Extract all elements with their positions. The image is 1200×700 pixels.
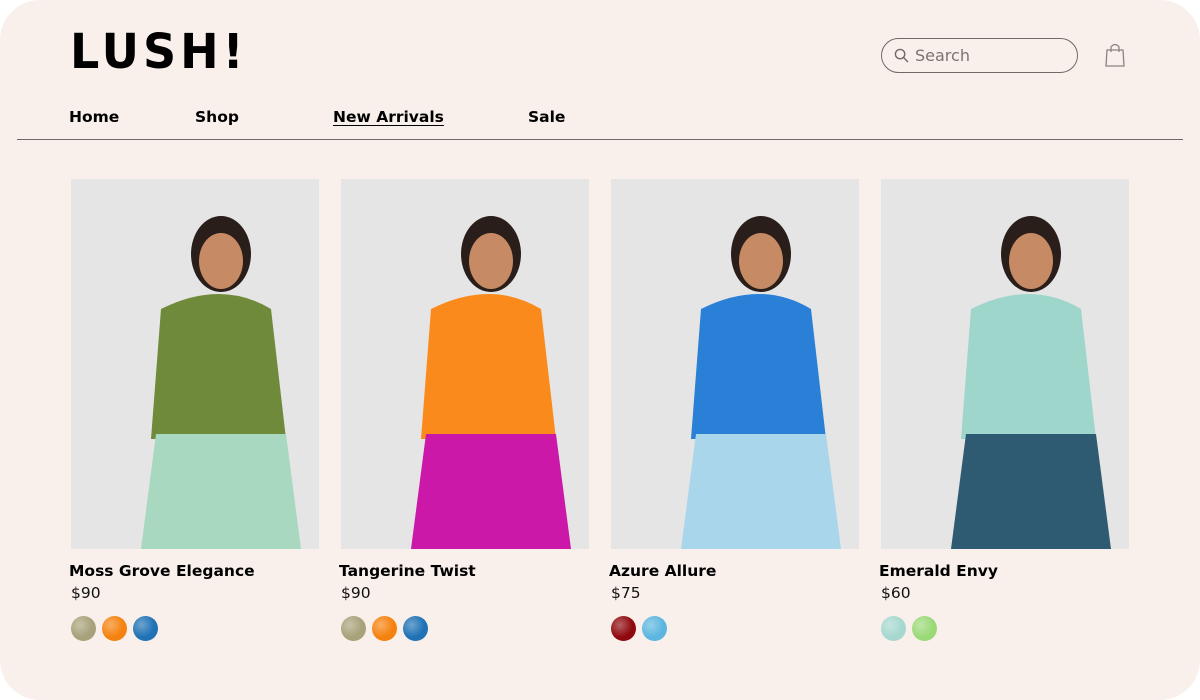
search-icon	[894, 48, 909, 63]
color-swatch[interactable]	[403, 616, 428, 641]
main-nav: Home Shop New Arrivals Sale	[0, 108, 1200, 128]
search-box[interactable]	[881, 38, 1078, 73]
product-name[interactable]: Tangerine Twist	[339, 562, 476, 580]
color-swatch[interactable]	[372, 616, 397, 641]
product-price: $75	[611, 584, 641, 602]
color-swatch[interactable]	[642, 616, 667, 641]
product-name[interactable]: Emerald Envy	[879, 562, 998, 580]
nav-new-arrivals[interactable]: New Arrivals	[333, 108, 444, 126]
product-image[interactable]	[611, 179, 859, 549]
product-image[interactable]	[881, 179, 1129, 549]
product-image[interactable]	[71, 179, 319, 549]
model-figure-icon	[951, 216, 1111, 549]
color-swatch[interactable]	[611, 616, 636, 641]
product-image[interactable]	[341, 179, 589, 549]
product-card[interactable]: Emerald Envy $60	[879, 179, 1129, 641]
search-input[interactable]	[915, 46, 1065, 65]
product-price: $60	[881, 584, 911, 602]
brand-logo[interactable]: LUSH!	[70, 23, 248, 80]
color-swatches	[71, 616, 158, 641]
shopping-bag-icon[interactable]	[1104, 43, 1126, 68]
color-swatch[interactable]	[881, 616, 906, 641]
color-swatches	[881, 616, 937, 641]
product-price: $90	[71, 584, 101, 602]
color-swatch[interactable]	[102, 616, 127, 641]
product-name[interactable]: Moss Grove Elegance	[69, 562, 255, 580]
product-card[interactable]: Moss Grove Elegance $90	[69, 179, 319, 641]
product-card[interactable]: Azure Allure $75	[609, 179, 859, 641]
product-price: $90	[341, 584, 371, 602]
color-swatch[interactable]	[133, 616, 158, 641]
color-swatches	[341, 616, 428, 641]
nav-home[interactable]: Home	[69, 108, 119, 126]
model-figure-icon	[141, 216, 301, 549]
nav-shop[interactable]: Shop	[195, 108, 239, 126]
model-figure-icon	[411, 216, 571, 549]
color-swatches	[611, 616, 667, 641]
page-frame: LUSH! Home Shop New Arrivals Sale Moss G…	[0, 0, 1200, 700]
nav-sale[interactable]: Sale	[528, 108, 565, 126]
header-divider	[17, 139, 1183, 140]
color-swatch[interactable]	[341, 616, 366, 641]
product-card[interactable]: Tangerine Twist $90	[339, 179, 589, 641]
model-figure-icon	[681, 216, 841, 549]
color-swatch[interactable]	[71, 616, 96, 641]
product-name[interactable]: Azure Allure	[609, 562, 716, 580]
color-swatch[interactable]	[912, 616, 937, 641]
